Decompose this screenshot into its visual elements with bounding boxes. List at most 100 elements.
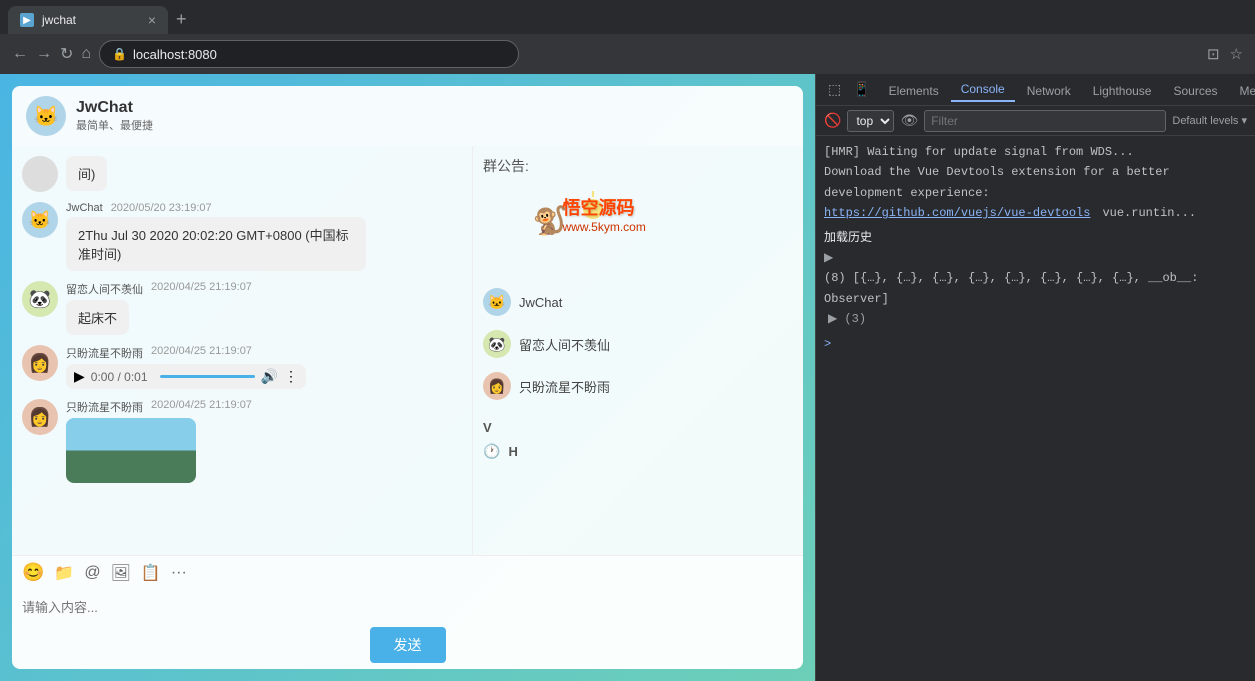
msg-meta: 只盼流星不盼雨 2020/04/25 21:19:07 bbox=[66, 399, 252, 415]
member-list: 🐱 JwChat 🐼 留恋人间不羡仙 👩 只盼流星不盼雨 bbox=[483, 284, 722, 404]
nav-forward-button[interactable]: → bbox=[36, 45, 52, 63]
volume-icon[interactable]: 🔊 bbox=[261, 368, 278, 385]
list-item: 👩 只盼流星不盼雨 2020/04/25 21:19:07 bbox=[22, 399, 462, 483]
msg-bubble: 起床不 bbox=[66, 300, 129, 335]
console-line: 加载历史 bbox=[824, 228, 1247, 248]
msg-image bbox=[66, 418, 196, 483]
msg-sender: 只盼流星不盼雨 bbox=[66, 399, 143, 415]
browser-nav: ← → ↻ ⌂ 🔒 localhost:8080 ⊡ ☆ bbox=[0, 34, 1255, 74]
msg-content: 间) bbox=[66, 156, 107, 191]
browser-tab[interactable]: ▶ jwchat × bbox=[8, 6, 168, 34]
msg-content: JwChat 2020/05/20 23:19:07 2Thu Jul 30 2… bbox=[66, 202, 366, 271]
tab-sources[interactable]: Sources bbox=[1163, 80, 1227, 102]
nav-refresh-button[interactable]: ↻ bbox=[60, 44, 73, 64]
msg-time: 2020/04/25 21:19:07 bbox=[151, 281, 252, 297]
msg-time: 2020/04/25 21:19:07 bbox=[151, 345, 252, 361]
list-item: 🐼 留恋人间不羡仙 2020/04/25 21:19:07 起床不 bbox=[22, 281, 462, 335]
devtools-content[interactable]: [HMR] Waiting for update signal from WDS… bbox=[816, 136, 1255, 681]
msg-bubble: 2Thu Jul 30 2020 20:02:20 GMT+0800 (中国标准… bbox=[66, 217, 366, 271]
msg-content: 留恋人间不羡仙 2020/04/25 21:19:07 起床不 bbox=[66, 281, 252, 335]
sidebar-letter-h: 🕐 H bbox=[483, 443, 722, 460]
tab-lighthouse[interactable]: Lighthouse bbox=[1083, 80, 1162, 102]
tab-elements[interactable]: Elements bbox=[879, 80, 949, 102]
chat-footer: 😊 📁 @ 🖼 📋 ··· 发送 bbox=[12, 555, 803, 669]
chat-messages[interactable]: 间) 🐱 JwChat 2020/05/20 23:19:07 2Thu Jul… bbox=[12, 146, 472, 555]
console-line: [HMR] Waiting for update signal from WDS… bbox=[824, 142, 1247, 162]
msg-bubble: 间) bbox=[66, 156, 107, 191]
avatar: 👩 bbox=[22, 399, 58, 435]
folder-icon[interactable]: 📁 bbox=[54, 563, 74, 583]
url-lock-icon: 🔒 bbox=[112, 47, 127, 61]
sidebar-v-text: V bbox=[483, 420, 492, 435]
list-item: 🐱 JwChat 2020/05/20 23:19:07 2Thu Jul 30… bbox=[22, 202, 462, 271]
send-button[interactable]: 发送 bbox=[370, 627, 446, 663]
tab-memory[interactable]: Memory bbox=[1230, 80, 1255, 102]
devtools-panel: ⬚ 📱 Elements Console Network Lighthouse … bbox=[815, 74, 1255, 681]
inspect-icon[interactable]: ⬚ bbox=[824, 79, 845, 100]
arrow-icon[interactable]: ▶ bbox=[824, 248, 833, 268]
msg-time: 2020/04/25 21:19:07 bbox=[151, 399, 252, 415]
tab-title: jwchat bbox=[42, 13, 140, 27]
play-icon[interactable]: ▶ bbox=[74, 368, 85, 385]
at-icon[interactable]: @ bbox=[84, 564, 100, 582]
levels-select[interactable]: Default levels ▾ bbox=[1172, 114, 1247, 127]
tab-console[interactable]: Console bbox=[951, 78, 1015, 102]
msg-audio[interactable]: ▶ 0:00 / 0:01 🔊 ⋮ bbox=[66, 364, 306, 389]
chat-subtitle: 最简单、最便捷 bbox=[76, 117, 153, 133]
console-prompt[interactable]: > bbox=[824, 334, 1247, 354]
member-item: 🐼 留恋人间不羡仙 bbox=[483, 326, 722, 362]
watermark-area: 🐒 悟空源码 www.5kym.com bbox=[503, 184, 703, 274]
top-select[interactable]: top bbox=[847, 110, 894, 132]
clip-icon[interactable]: 📋 bbox=[141, 563, 161, 583]
msg-time: 2020/05/20 23:19:07 bbox=[111, 202, 212, 214]
logo-illustration: 🐒 悟空源码 www.5kym.com bbox=[513, 189, 693, 269]
sidebar-letter-v: V bbox=[483, 420, 722, 435]
msg-meta: 留恋人间不羡仙 2020/04/25 21:19:07 bbox=[66, 281, 252, 297]
msg-meta: JwChat 2020/05/20 23:19:07 bbox=[66, 202, 366, 214]
tab-new[interactable]: + bbox=[176, 9, 187, 34]
emoji-icon[interactable]: 😊 bbox=[22, 562, 44, 583]
chat-header-info: JwChat 最简单、最便捷 bbox=[76, 99, 153, 133]
chat-right-panel: 群公告: bbox=[472, 146, 732, 555]
chat-header: 🐱 JwChat 最简单、最便捷 bbox=[12, 86, 803, 146]
member-avatar: 🐱 bbox=[483, 288, 511, 316]
member-item: 🐱 JwChat bbox=[483, 284, 722, 320]
chat-input[interactable] bbox=[22, 587, 793, 627]
chat-toolbar: 😊 📁 @ 🖼 📋 ··· bbox=[22, 562, 793, 587]
more-tools-icon[interactable]: ··· bbox=[171, 564, 187, 582]
no-entry-icon[interactable]: 🚫 bbox=[824, 112, 841, 129]
member-name: 留恋人间不羡仙 bbox=[519, 335, 610, 354]
url-bar[interactable]: 🔒 localhost:8080 bbox=[99, 40, 519, 68]
clock-icon: 🕐 bbox=[483, 443, 500, 460]
device-icon[interactable]: 📱 bbox=[849, 79, 874, 100]
cast-icon[interactable]: ⊡ bbox=[1207, 45, 1220, 63]
devtools-top-bar: ⬚ 📱 Elements Console Network Lighthouse … bbox=[816, 74, 1255, 106]
member-item: 👩 只盼流星不盼雨 bbox=[483, 368, 722, 404]
chat-title: JwChat bbox=[76, 99, 153, 117]
nav-home-button[interactable]: ⌂ bbox=[81, 45, 91, 63]
avatar: 🐼 bbox=[22, 281, 58, 317]
watermark-line1: 悟空源码 bbox=[563, 194, 693, 220]
devtools-tabs: Elements Console Network Lighthouse Sour… bbox=[879, 78, 1255, 102]
tab-close[interactable]: × bbox=[148, 12, 156, 28]
url-text: localhost:8080 bbox=[133, 47, 217, 62]
msg-meta: 只盼流星不盼雨 2020/04/25 21:19:07 bbox=[66, 345, 306, 361]
browser-chrome: ▶ jwchat × + bbox=[0, 0, 1255, 34]
tab-network[interactable]: Network bbox=[1017, 80, 1081, 102]
devtools-link[interactable]: https://github.com/vuejs/vue-devtools bbox=[824, 203, 1090, 223]
member-name: 只盼流星不盼雨 bbox=[519, 377, 610, 396]
eye-icon[interactable]: 👁 bbox=[900, 112, 918, 129]
console-line: Download the Vue Devtools extension for … bbox=[824, 162, 1247, 182]
filter-input[interactable] bbox=[924, 110, 1166, 132]
chat-body: 间) 🐱 JwChat 2020/05/20 23:19:07 2Thu Jul… bbox=[12, 146, 803, 555]
audio-time: 0:00 / 0:01 bbox=[91, 370, 148, 384]
audio-progress[interactable] bbox=[160, 375, 255, 378]
nav-back-button[interactable]: ← bbox=[12, 45, 28, 63]
bookmark-icon[interactable]: ☆ bbox=[1230, 45, 1243, 63]
image-icon[interactable]: 🖼 bbox=[111, 563, 131, 583]
more-icon[interactable]: ⋮ bbox=[284, 368, 298, 385]
watermark-line2: www.5kym.com bbox=[563, 220, 693, 234]
avatar: 👩 bbox=[22, 345, 58, 381]
msg-content: 只盼流星不盼雨 2020/04/25 21:19:07 bbox=[66, 399, 252, 483]
avatar: 🐱 bbox=[22, 202, 58, 238]
